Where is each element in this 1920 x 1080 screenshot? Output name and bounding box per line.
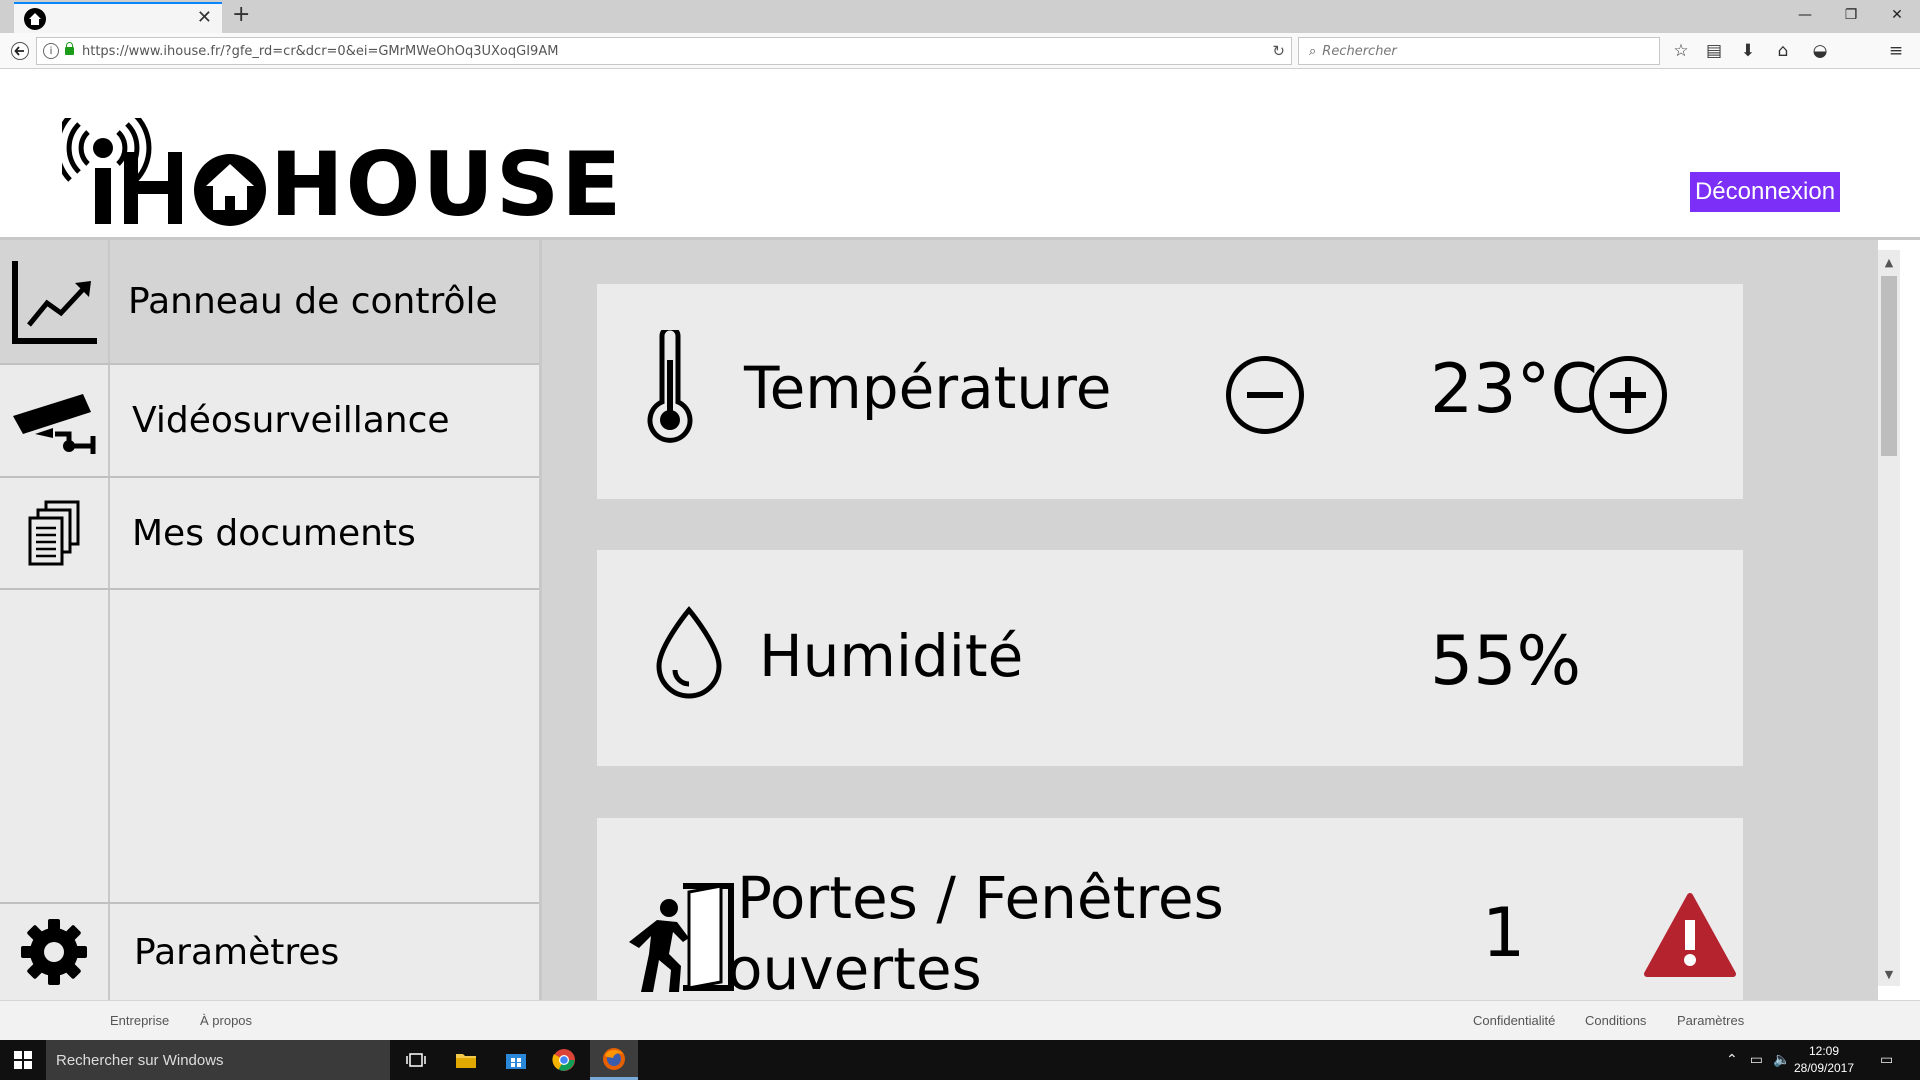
decrease-temperature-button[interactable] [1226, 356, 1304, 434]
chrome-icon[interactable] [540, 1040, 588, 1080]
notification-icon[interactable]: ▭ [1880, 1040, 1893, 1080]
sidebar: Panneau de contrôle Vidéosurveillance Me… [0, 240, 542, 1000]
tab-bar: ✕ + — ❐ ✕ [0, 0, 1920, 33]
documents-icon [0, 478, 110, 588]
sidebar-label-settings: Paramètres [134, 931, 340, 973]
chevron-up-icon[interactable]: ⌃ [1726, 1052, 1738, 1068]
sidebar-divider [108, 590, 110, 902]
windows-logo-icon [14, 1051, 32, 1069]
reading-list-icon[interactable]: ▤ [1700, 37, 1728, 65]
search-input[interactable]: ⌕ Rechercher [1298, 37, 1660, 65]
download-icon[interactable]: ⬇ [1734, 37, 1762, 65]
temperature-card: Température 23°C [597, 284, 1743, 499]
window-close-button[interactable]: ✕ [1874, 0, 1920, 30]
back-button[interactable] [6, 37, 34, 65]
back-arrow-icon [11, 42, 29, 60]
openings-title-line1: Portes / Fenêtres [737, 864, 1224, 932]
search-placeholder: Rechercher [1322, 43, 1397, 59]
sidebar-item-settings[interactable]: Paramètres [0, 902, 539, 1000]
store-icon[interactable] [492, 1040, 540, 1080]
scroll-thumb[interactable] [1881, 276, 1897, 456]
network-icon[interactable]: ▭ [1750, 1052, 1763, 1068]
scroll-up-arrow[interactable]: ▲ [1878, 252, 1900, 272]
scroll-down-arrow[interactable]: ▼ [1878, 964, 1900, 984]
temperature-value: 23°C [1430, 350, 1599, 429]
home-favicon-icon [24, 7, 46, 30]
footer-link-about[interactable]: À propos [200, 1013, 252, 1028]
new-tab-button[interactable]: + [232, 2, 250, 27]
restore-button[interactable]: ❐ [1828, 0, 1874, 30]
system-clock[interactable]: 12:09 28/09/2017 [1780, 1043, 1868, 1077]
logo-text: HOUSE [270, 133, 624, 236]
dashboard: Température 23°C Humidité 55% Portes / F… [542, 240, 1878, 1003]
page-footer: Entreprise À propos Confidentialité Cond… [0, 1000, 1920, 1040]
lock-icon [65, 42, 74, 55]
gear-icon [0, 904, 110, 1000]
reload-icon[interactable]: ↻ [1272, 42, 1285, 60]
windows-start-button[interactable] [0, 1040, 46, 1080]
search-icon: ⌕ [1309, 43, 1317, 59]
chart-line-icon [0, 240, 110, 363]
navigation-bar: i https://www.ihouse.fr/?gfe_rd=cr&dcr=0… [0, 33, 1920, 69]
info-icon[interactable]: i [43, 43, 59, 59]
temperature-title: Température [744, 354, 1112, 422]
water-drop-icon [656, 606, 722, 699]
logout-button[interactable]: Déconnexion [1690, 172, 1840, 212]
clock-date: 28/09/2017 [1793, 1061, 1855, 1075]
sidebar-item-documents[interactable]: Mes documents [0, 478, 539, 590]
firefox-icon[interactable] [590, 1040, 638, 1080]
task-view-icon[interactable] [392, 1040, 440, 1080]
sidebar-item-video[interactable]: Vidéosurveillance [0, 365, 539, 478]
menu-icon[interactable]: ≡ [1882, 37, 1910, 65]
door-intruder-icon [629, 883, 734, 992]
thermometer-icon [647, 330, 693, 443]
url-text[interactable]: https://www.ihouse.fr/?gfe_rd=cr&dcr=0&e… [82, 44, 558, 59]
increase-temperature-button[interactable] [1589, 356, 1667, 434]
openings-value: 1 [1482, 894, 1526, 973]
pocket-icon[interactable]: ◒ [1806, 37, 1834, 65]
footer-link-terms[interactable]: Conditions [1585, 1013, 1646, 1028]
file-explorer-icon[interactable] [442, 1040, 490, 1080]
tab-close-button[interactable]: ✕ [197, 7, 212, 28]
footer-link-privacy[interactable]: Confidentialité [1473, 1013, 1555, 1028]
home-icon[interactable]: ⌂ [1769, 37, 1797, 65]
sidebar-label-video: Vidéosurveillance [132, 400, 450, 441]
footer-link-company[interactable]: Entreprise [110, 1013, 169, 1028]
humidity-title: Humidité [759, 622, 1024, 690]
sidebar-label-control-panel: Panneau de contrôle [128, 281, 498, 322]
taskbar-search-input[interactable]: Rechercher sur Windows [46, 1040, 390, 1080]
openings-title-line2: ouvertes [727, 935, 982, 1003]
taskbar: Rechercher sur Windows ⌃ ▭ 🔈 12:09 28/09… [0, 1040, 1920, 1080]
sidebar-label-documents: Mes documents [132, 512, 416, 554]
humidity-value: 55% [1430, 622, 1582, 701]
clock-time: 12:09 [1808, 1044, 1840, 1058]
page-scrollbar[interactable]: ▲ ▼ [1878, 250, 1900, 986]
site-header: HOUSE Déconnexion [0, 70, 1920, 240]
footer-link-settings[interactable]: Paramètres [1677, 1013, 1744, 1028]
camera-icon [0, 365, 110, 476]
openings-card: Portes / Fenêtres ouvertes 1 [597, 818, 1743, 1003]
minimize-button[interactable]: — [1782, 0, 1828, 30]
bookmark-star-icon[interactable]: ☆ [1667, 37, 1695, 65]
warning-icon [1644, 893, 1736, 977]
humidity-card: Humidité 55% [597, 550, 1743, 766]
address-bar[interactable]: i https://www.ihouse.fr/?gfe_rd=cr&dcr=0… [36, 37, 1292, 65]
ihouse-logo[interactable]: HOUSE [54, 114, 621, 230]
active-tab[interactable]: ✕ [14, 2, 222, 33]
sidebar-item-control-panel[interactable]: Panneau de contrôle [0, 240, 539, 365]
